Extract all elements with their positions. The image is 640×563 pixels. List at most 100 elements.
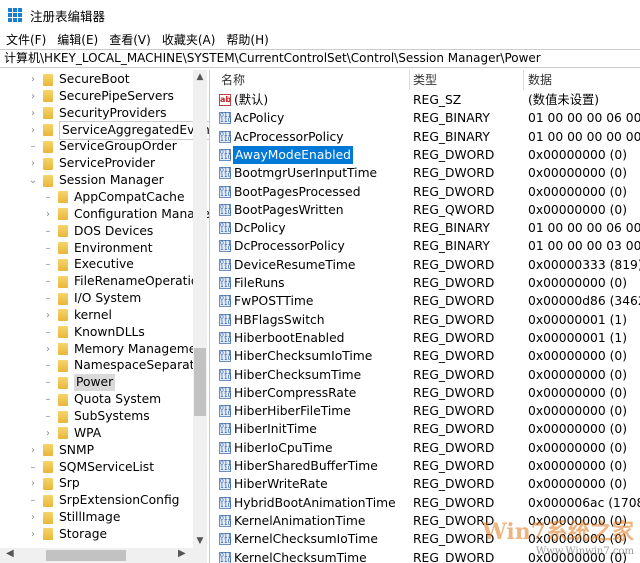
tree-item[interactable]: › StillImage — [27, 509, 120, 526]
column-header-type[interactable]: 类型 — [413, 70, 437, 90]
value-row[interactable]: 011 110 HiberChecksumIoTime REG_DWORD 0x0000… — [213, 347, 640, 365]
value-row[interactable]: 011 110 FwPOSTTime REG_DWORD 0x00000d86 (346… — [213, 292, 640, 310]
value-row[interactable]: 011 110 HiberChecksumTime REG_DWORD 0x000000… — [213, 366, 640, 384]
scroll-thumb[interactable] — [46, 550, 126, 561]
tree-item[interactable]: – KnownDLLs — [42, 324, 145, 341]
value-row[interactable]: ab (默认) REG_SZ (数值未设置) — [213, 91, 640, 109]
tree-line: – — [45, 293, 51, 305]
tree-item[interactable]: – Quota System — [42, 391, 162, 408]
chevron-right-icon[interactable]: › — [27, 122, 39, 139]
scroll-left-icon[interactable]: ◀ — [6, 548, 14, 559]
column-header-name[interactable]: 名称 — [221, 70, 245, 90]
tree-item[interactable]: – ServiceGroupOrder — [27, 138, 177, 155]
column-header-data[interactable]: 数据 — [528, 70, 552, 90]
chevron-right-icon[interactable]: › — [42, 425, 54, 442]
value-row[interactable]: 011 110 HiberIoCpuTime REG_DWORD 0x00000000 … — [213, 439, 640, 457]
address-bar[interactable]: 计算机\HKEY_LOCAL_MACHINE\SYSTEM\CurrentCon… — [0, 49, 640, 68]
menu-view[interactable]: 查看(V) — [109, 31, 151, 48]
value-row[interactable]: 011 110 DcProcessorPolicy REG_BINARY 01 00 0… — [213, 237, 640, 255]
tree-vertical-scrollbar[interactable]: ▲ ▼ — [193, 70, 207, 548]
value-row[interactable]: 011 110 AcProcessorPolicy REG_BINARY 01 00 0… — [213, 128, 640, 146]
chevron-right-icon[interactable]: › — [27, 526, 39, 543]
tree-item[interactable]: › Memory Managemen — [42, 341, 204, 358]
value-row[interactable]: 011 110 HybridBootAnimationTime REG_DWORD 0x… — [213, 494, 640, 512]
chevron-right-icon[interactable]: › — [27, 105, 39, 122]
value-row[interactable]: 011 110 HBFlagsSwitch REG_DWORD 0x00000001 (… — [213, 311, 640, 329]
tree-item[interactable]: › kernel — [42, 307, 112, 324]
chevron-right-icon[interactable]: › — [27, 475, 39, 492]
value-row[interactable]: 011 110 FileRuns REG_DWORD 0x00000000 (0) — [213, 274, 640, 292]
value-row[interactable]: 011 110 AwayModeEnabled REG_DWORD 0x00000000… — [213, 145, 640, 164]
tree-item[interactable]: – AppCompatCache — [42, 189, 185, 206]
value-row[interactable]: 011 110 AcPolicy REG_BINARY 01 00 00 00 06 0… — [213, 109, 640, 127]
tree-item[interactable]: › Storage — [27, 526, 107, 543]
tree-item[interactable]: › ServiceProvider — [27, 155, 155, 172]
tree-item[interactable]: › SNMP — [27, 442, 94, 459]
tree-item-label: Configuration Manage — [74, 206, 210, 221]
menu-file[interactable]: 文件(F) — [6, 31, 46, 48]
tree-line: – — [45, 242, 51, 254]
value-type: REG_DWORD — [413, 276, 495, 290]
tree-item[interactable]: – DOS Devices — [42, 223, 154, 240]
value-row[interactable]: 011 110 BootPagesProcessed REG_DWORD 0x00000… — [213, 183, 640, 201]
column-divider[interactable] — [409, 70, 410, 90]
tree-item[interactable]: › SecurePipeServers — [27, 88, 174, 105]
binary-value-icon: 011 110 — [219, 514, 232, 527]
binary-value-icon: 011 110 — [219, 203, 232, 216]
chevron-right-icon[interactable]: › — [27, 442, 39, 459]
chevron-right-icon[interactable]: › — [27, 71, 39, 88]
value-type: REG_DWORD — [413, 385, 495, 400]
scroll-thumb[interactable] — [194, 348, 206, 416]
value-row[interactable]: 011 110 HiberSharedBufferTime REG_DWORD 0x00… — [213, 457, 640, 475]
chevron-right-icon[interactable]: › — [27, 509, 39, 526]
tree-item[interactable]: – FileRenameOperation — [42, 273, 207, 290]
chevron-right-icon[interactable]: › — [27, 155, 39, 172]
tree-item[interactable]: – SQMServiceList — [27, 459, 155, 476]
tree-item-label: Session Manager — [59, 173, 164, 188]
chevron-right-icon[interactable]: › — [42, 307, 54, 324]
scroll-right-icon[interactable]: ▶ — [178, 548, 186, 559]
folder-icon — [43, 174, 53, 187]
tree-item[interactable]: – SubSystems — [42, 408, 150, 425]
tree-item[interactable]: – NamespaceSeparatio — [42, 357, 206, 374]
tree-item[interactable]: › WPA — [42, 425, 101, 442]
chevron-right-icon[interactable]: › — [42, 341, 54, 358]
column-divider[interactable] — [523, 70, 524, 90]
tree-line: – — [45, 377, 51, 389]
value-row[interactable]: 011 110 HiberbootEnabled REG_DWORD 0x0000000… — [213, 329, 640, 347]
chevron-right-icon[interactable]: › — [42, 206, 54, 223]
value-row[interactable]: 011 110 HiberWriteRate REG_DWORD 0x00000000 … — [213, 475, 640, 493]
chevron-right-icon[interactable]: › — [27, 88, 39, 105]
tree-item[interactable]: – Environment — [42, 240, 153, 257]
tree-item[interactable]: – Power — [42, 374, 116, 392]
tree-item[interactable]: › SecureBoot — [27, 71, 130, 88]
value-type: REG_DWORD — [413, 477, 495, 492]
scroll-up-icon[interactable]: ▲ — [193, 72, 207, 82]
menu-help[interactable]: 帮助(H) — [226, 31, 268, 48]
tree-item[interactable]: › ServiceAggregatedEvents — [27, 120, 209, 140]
value-row[interactable]: 011 110 DcPolicy REG_BINARY 01 00 00 00 06 0… — [213, 219, 640, 237]
value-row[interactable]: 011 110 BootPagesWritten REG_QWORD 0x0000000… — [213, 201, 640, 219]
tree-item[interactable]: – I/O System — [42, 290, 142, 307]
value-data: (数值未设置) — [528, 93, 600, 107]
tree-item[interactable]: › Srp — [27, 475, 80, 492]
value-row[interactable]: 011 110 HiberInitTime REG_DWORD 0x00000000 (… — [213, 420, 640, 438]
tree-item[interactable]: – Executive — [42, 256, 134, 273]
tree-item-label: kernel — [74, 307, 112, 322]
tree-item[interactable]: › Configuration Manage — [42, 206, 210, 223]
value-row[interactable]: 011 110 DeviceResumeTime REG_DWORD 0x0000033… — [213, 256, 640, 274]
value-row[interactable]: 011 110 HiberHiberFileTime REG_DWORD 0x00000… — [213, 402, 640, 420]
value-row[interactable]: 011 110 BootmgrUserInputTime REG_DWORD 0x000… — [213, 164, 640, 182]
value-row[interactable]: 011 110 HiberCompressRate REG_DWORD 0x000000… — [213, 384, 640, 402]
scroll-down-icon[interactable]: ▼ — [193, 536, 207, 546]
chevron-down-icon[interactable]: ⌄ — [27, 172, 39, 189]
menu-edit[interactable]: 编辑(E) — [57, 31, 98, 48]
tree-item[interactable]: ⌄ Session Manager — [27, 172, 164, 189]
binary-value-icon: 011 110 — [219, 277, 232, 289]
tree-item[interactable]: – SrpExtensionConfig — [27, 492, 180, 509]
binary-value-icon: 011 110 — [219, 313, 232, 326]
tree-item[interactable]: › SecurityProviders — [27, 105, 167, 122]
value-type: REG_DWORD — [413, 257, 495, 272]
tree-horizontal-scrollbar[interactable]: ◀ ▶ — [0, 548, 207, 563]
menu-favorites[interactable]: 收藏夹(A) — [162, 31, 216, 48]
